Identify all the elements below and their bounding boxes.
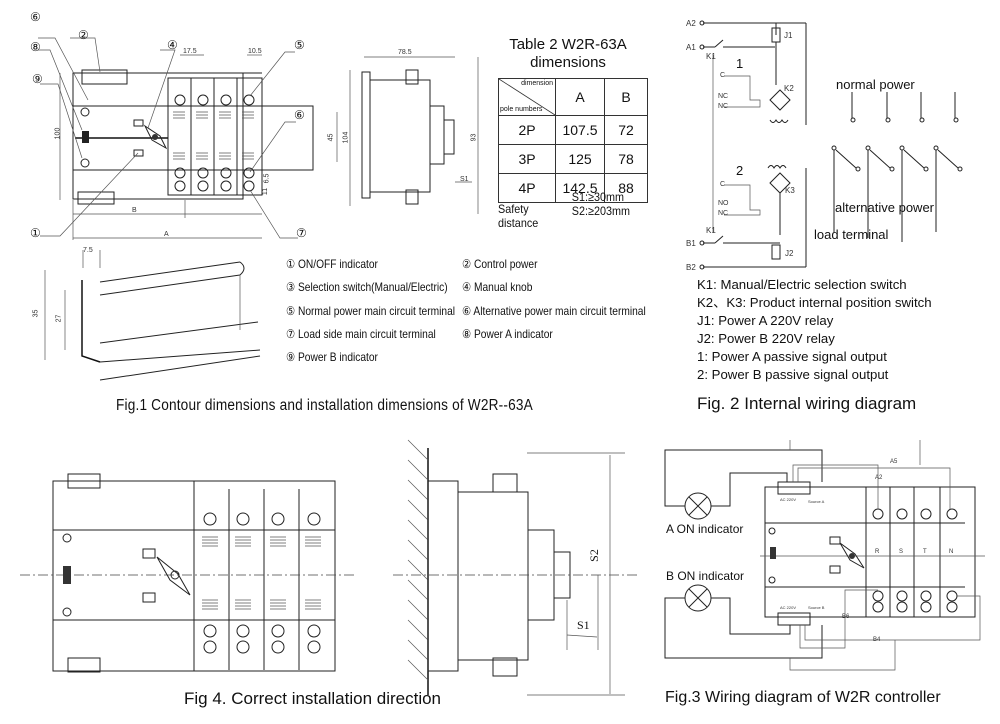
rail-dim-outer: 35	[32, 309, 40, 318]
dim-A: A	[164, 231, 169, 238]
fig4-front-view	[20, 473, 355, 673]
fig4-s1: S1	[577, 618, 590, 632]
dim-small-6.5: 6.5	[263, 173, 271, 184]
key-item: J1: Power A 220V relay	[697, 313, 834, 328]
b-on-indicator-label: B ON indicator	[666, 569, 745, 583]
callout-8: ⑧	[30, 40, 41, 54]
voltage-a: AC 220V	[780, 497, 797, 502]
col-header-B: B	[604, 78, 648, 116]
dim-pitch: 17.5	[183, 48, 197, 55]
table2-subtitle: dimensions	[530, 54, 606, 71]
dim-small-11: 11	[262, 187, 270, 196]
side-dim-S1: S1	[460, 176, 469, 183]
fig1-din-rail	[44, 250, 261, 381]
relay-J1: J1	[784, 31, 793, 40]
side-dim-93: 93	[470, 133, 478, 142]
rail-dim-top: 7.5	[83, 247, 93, 254]
dim-height: 100	[54, 127, 62, 140]
fig1-side-view	[336, 56, 479, 214]
wire-label-A2: A2	[875, 475, 883, 481]
terminal-B1: B1	[686, 239, 696, 248]
label-alternative-power: alternative power	[835, 200, 934, 215]
legend-item: ④ Manual knob	[462, 280, 533, 294]
fig1-front-view	[38, 37, 314, 240]
source-a-label: Source A	[808, 499, 825, 504]
side-dim-width: 78.5	[398, 49, 412, 56]
key-item: K2、K3: Product internal position switch	[697, 295, 932, 310]
legend-item: ① ON/OFF indicator	[286, 257, 378, 271]
side-dim-45: 45	[327, 133, 335, 142]
key-item: K1: Manual/Electric selection switch	[697, 277, 907, 292]
table-row: 3P 125 78	[498, 144, 648, 174]
legend-item: ⑥ Alternative power main circuit termina…	[462, 304, 646, 318]
rail-dim-inner: 27	[55, 314, 63, 323]
dim-top-right: 10.5	[248, 48, 262, 55]
side-dim-104: 104	[342, 131, 350, 144]
callout-5: ⑤	[294, 38, 305, 52]
voltage-b: AC 220V	[780, 605, 797, 610]
legend-item: ⑨ Power B indicator	[286, 350, 378, 364]
callout-2: ②	[78, 28, 89, 42]
key-item: 1: Power A passive signal output	[697, 349, 887, 364]
phase-R: R	[875, 549, 880, 555]
fig1-caption: Fig.1 Contour dimensions and installatio…	[116, 397, 533, 414]
fig4-side-view	[393, 439, 640, 696]
fig4-caption: Fig 4. Correct installation direction	[184, 689, 442, 708]
callout-7: ⑦	[296, 226, 307, 240]
table2: Table 2 W2R-63A dimensions dimension pol…	[498, 36, 648, 203]
table2-title: Table 2 W2R-63A	[509, 36, 627, 53]
key-item: J2: Power B 220V relay	[697, 331, 835, 346]
corner-cell: dimension pole numbers	[498, 78, 556, 116]
table-header-row: dimension pole numbers A B	[498, 78, 648, 116]
phase-S: S	[899, 549, 904, 555]
fig3-caption: Fig.3 Wiring diagram of W2R controller	[665, 689, 941, 706]
fig2-key-list: K1: Manual/Electric selection switch K2、…	[697, 276, 932, 384]
wire-label-B6: B6	[842, 614, 850, 620]
callout-4: ④	[167, 38, 178, 52]
legend-item: ③ Selection switch(Manual/Electric)	[286, 280, 448, 294]
dim-B: B	[132, 207, 137, 214]
table-row: 2P 107.5 72	[498, 115, 648, 145]
legend-item: ⑦ Load side main circuit terminal	[286, 327, 436, 341]
relay-J2: J2	[785, 249, 794, 258]
col-header-A: A	[555, 78, 605, 116]
wire-label-B4: B4	[873, 637, 881, 643]
callout-1: ①	[30, 226, 41, 240]
source-b-label: Source B	[808, 605, 825, 610]
fig2-caption: Fig. 2 Internal wiring diagram	[697, 394, 917, 413]
terminal-B2: B2	[686, 263, 696, 272]
switch-K1-top: K1	[706, 52, 716, 61]
label-normal-power: normal power	[836, 77, 915, 92]
switch-K2: K2	[784, 84, 794, 93]
label-load-terminal: load terminal	[814, 227, 889, 242]
callout-6b: ⑥	[294, 108, 305, 122]
terminal-A1: A1	[686, 43, 696, 52]
a-on-indicator-label: A ON indicator	[666, 522, 744, 536]
switch-K1-bottom: K1	[706, 226, 716, 235]
key-item: 2: Power B passive signal output	[697, 367, 889, 382]
signal-output-1: 1	[736, 56, 744, 71]
legend-item: ⑧ Power A indicator	[462, 327, 553, 341]
signal-output-2: 2	[736, 163, 744, 178]
wire-label-A5: A5	[890, 459, 898, 465]
phase-N: N	[949, 549, 954, 555]
phase-T: T	[923, 549, 927, 555]
callout-6: ⑥	[30, 10, 41, 24]
dimensions-table: dimension pole numbers A B 2P 107.5 72 3P 1…	[498, 78, 648, 203]
terminal-A2: A2	[686, 19, 696, 28]
callout-9: ⑨	[32, 72, 43, 86]
fig3-wiring	[664, 440, 985, 671]
legend-item: ② Control power	[462, 257, 538, 271]
fig4-s2: S2	[586, 549, 601, 562]
switch-K3: K3	[785, 186, 795, 195]
legend-item: ⑤ Normal power main circuit terminal	[286, 304, 456, 318]
